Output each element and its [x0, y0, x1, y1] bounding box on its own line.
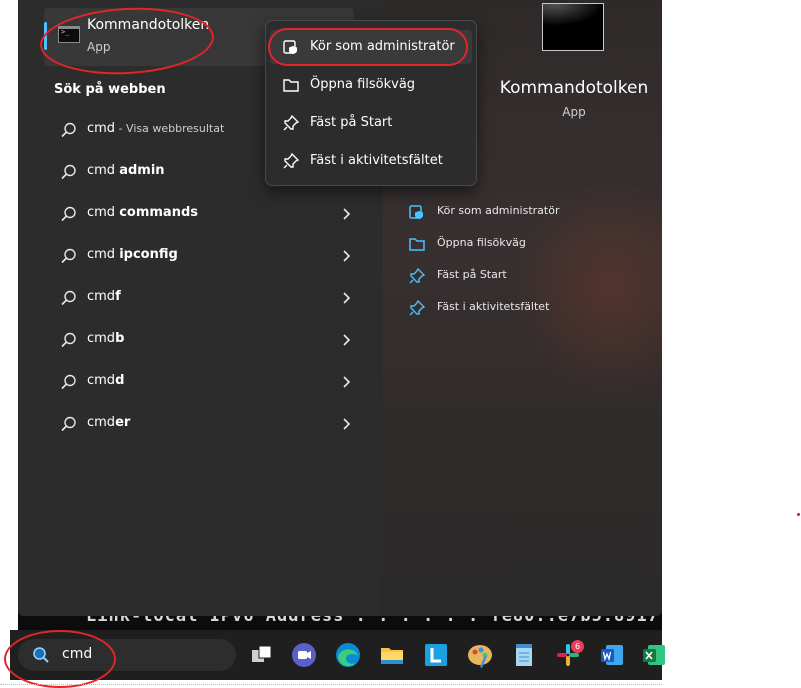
chevron-right-icon[interactable]: [340, 374, 352, 390]
selection-accent: [44, 22, 47, 50]
best-match-subtitle: App: [87, 40, 111, 54]
web-result-item[interactable]: cmder: [44, 406, 364, 442]
context-item-label: Öppna filsökväg: [310, 77, 416, 92]
preview-title: Kommandotolken: [499, 78, 649, 98]
search-icon: [61, 248, 76, 264]
taskbar: [10, 630, 665, 680]
search-icon: [61, 206, 76, 222]
chevron-right-icon[interactable]: [340, 248, 352, 264]
web-result-bold: b: [115, 331, 125, 346]
search-icon: [61, 416, 76, 432]
web-result-label: cmd ipconfig: [87, 247, 178, 262]
preview-action-pin-start[interactable]: Fäst på Start: [406, 265, 646, 287]
web-result-bold: commands: [119, 205, 199, 220]
annotation-dot: [797, 513, 800, 516]
web-result-item[interactable]: cmdf: [44, 280, 364, 316]
preview-action-open-path[interactable]: Öppna filsökväg: [406, 233, 646, 255]
paint-icon[interactable]: [466, 641, 494, 669]
preview-action-label: Fäst i aktivitetsfältet: [437, 300, 550, 313]
notification-badge: 6: [571, 640, 584, 653]
task-view-icon[interactable]: [248, 641, 276, 669]
shield-icon: [283, 40, 297, 54]
web-result-label: cmder: [87, 415, 130, 430]
chevron-right-icon[interactable]: [340, 290, 352, 306]
search-icon: [33, 647, 49, 663]
preview-action-pin-taskbar[interactable]: Fäst i aktivitetsfältet: [406, 297, 646, 319]
web-result-bold: admin: [119, 163, 165, 178]
preview-action-run-as-admin[interactable]: Kör som administratör: [406, 201, 646, 223]
web-result-bold: f: [115, 289, 121, 304]
shield-icon: [409, 205, 423, 219]
file-explorer-icon[interactable]: [378, 641, 406, 669]
preview-action-label: Kör som administratör: [437, 204, 560, 217]
command-prompt-icon: [58, 26, 80, 43]
folder-icon: [409, 238, 425, 251]
web-result-label: cmd admin: [87, 163, 165, 178]
web-result-item[interactable]: cmdd: [44, 364, 364, 400]
search-icon: [61, 374, 76, 390]
web-result-prefix: cmd: [87, 121, 116, 136]
folder-icon: [283, 79, 299, 92]
context-item-label: Fäst i aktivitetsfältet: [310, 153, 443, 168]
web-section-title: Sök på webben: [54, 82, 166, 97]
search-icon: [61, 332, 76, 348]
context-pin-taskbar[interactable]: Fäst i aktivitetsfältet: [270, 144, 472, 178]
context-item-label: Kör som administratör: [310, 39, 455, 54]
web-result-bold: d: [115, 373, 125, 388]
context-run-as-admin[interactable]: Kör som administratör: [270, 30, 472, 64]
search-input[interactable]: [62, 646, 212, 662]
web-result-item[interactable]: cmd commands: [44, 196, 364, 232]
excel-icon[interactable]: [640, 641, 668, 669]
selection-edge: [0, 684, 662, 685]
notepad-icon[interactable]: [510, 641, 538, 669]
word-icon[interactable]: [598, 641, 626, 669]
web-result-prefix: cmd: [87, 247, 120, 262]
web-result-prefix: cmd: [87, 289, 116, 304]
l-app-icon[interactable]: [422, 641, 450, 669]
search-icon: [61, 290, 76, 306]
teams-chat-icon[interactable]: [290, 641, 318, 669]
web-result-hint: - Visa webbresultat: [115, 122, 225, 135]
web-result-label: cmdf: [87, 289, 121, 304]
web-result-item[interactable]: cmdb: [44, 322, 364, 358]
preview-app-icon: [542, 3, 604, 51]
pin-icon: [409, 299, 426, 316]
chevron-right-icon[interactable]: [340, 206, 352, 222]
web-result-prefix: cmd: [87, 373, 116, 388]
web-result-label: cmdd: [87, 373, 124, 388]
context-open-path[interactable]: Öppna filsökväg: [270, 68, 472, 102]
context-menu: Kör som administratör Öppna filsökväg Fä…: [265, 20, 477, 186]
web-result-label: cmdb: [87, 331, 124, 346]
preview-action-label: Öppna filsökväg: [437, 236, 526, 249]
edge-icon[interactable]: [334, 641, 362, 669]
search-icon: [61, 164, 76, 180]
web-result-bold: er: [115, 415, 131, 430]
best-match-title: Kommandotolken: [87, 17, 210, 33]
taskbar-search-box[interactable]: [18, 639, 236, 671]
web-result-prefix: cmd: [87, 415, 116, 430]
web-result-prefix: cmd: [87, 331, 116, 346]
web-result-bold: ipconfig: [119, 247, 178, 262]
web-result-label: cmd commands: [87, 205, 198, 220]
pin-icon: [283, 152, 300, 169]
search-icon: [61, 122, 76, 138]
web-result-label: cmd - Visa webbresultat: [87, 121, 224, 136]
pin-icon: [283, 114, 300, 131]
chevron-right-icon[interactable]: [340, 332, 352, 348]
web-result-item[interactable]: cmd ipconfig: [44, 238, 364, 274]
web-result-prefix: cmd: [87, 163, 120, 178]
pin-icon: [409, 267, 426, 284]
web-result-prefix: cmd: [87, 205, 120, 220]
preview-action-label: Fäst på Start: [437, 268, 507, 281]
preview-subtitle: App: [562, 105, 586, 119]
chevron-right-icon[interactable]: [340, 416, 352, 432]
context-item-label: Fäst på Start: [310, 115, 393, 130]
context-pin-start[interactable]: Fäst på Start: [270, 106, 472, 140]
